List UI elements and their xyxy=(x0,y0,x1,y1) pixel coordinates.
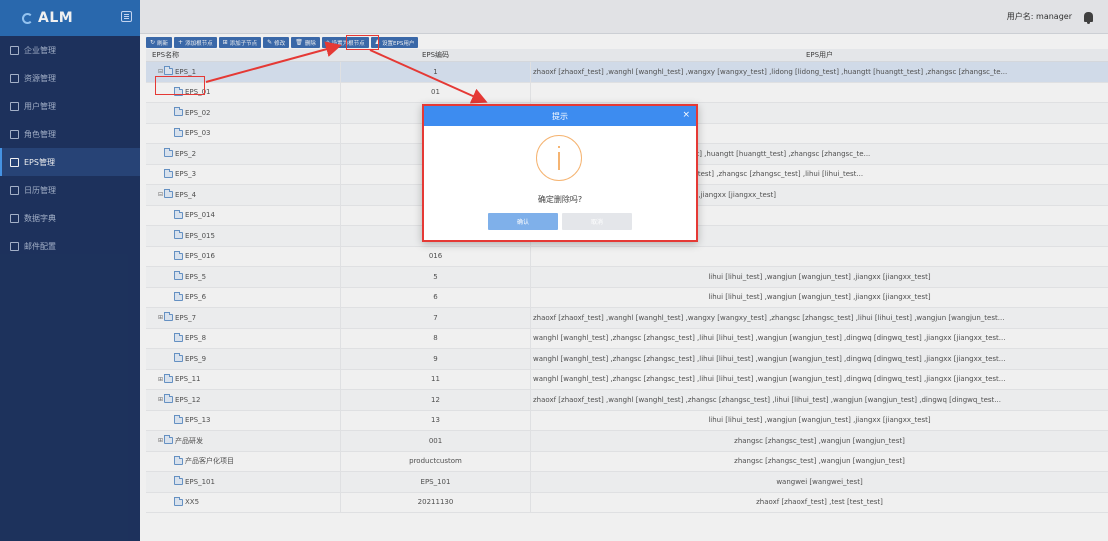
dialog-header: 提示 × xyxy=(424,106,696,126)
arrow-to-delete xyxy=(205,41,342,83)
annotation-arrows xyxy=(205,41,488,104)
confirm-button[interactable]: 确认 xyxy=(488,213,558,230)
info-icon xyxy=(536,135,582,181)
dialog-title: 提示 xyxy=(552,111,568,121)
cancel-button[interactable]: 取消 xyxy=(562,213,632,230)
confirm-dialog: 提示 × 确定删除吗? 确认 取消 xyxy=(422,104,698,242)
close-icon[interactable]: × xyxy=(682,110,690,120)
dialog-message: 确定删除吗? xyxy=(537,195,583,204)
arrow-to-dialog xyxy=(369,49,488,104)
